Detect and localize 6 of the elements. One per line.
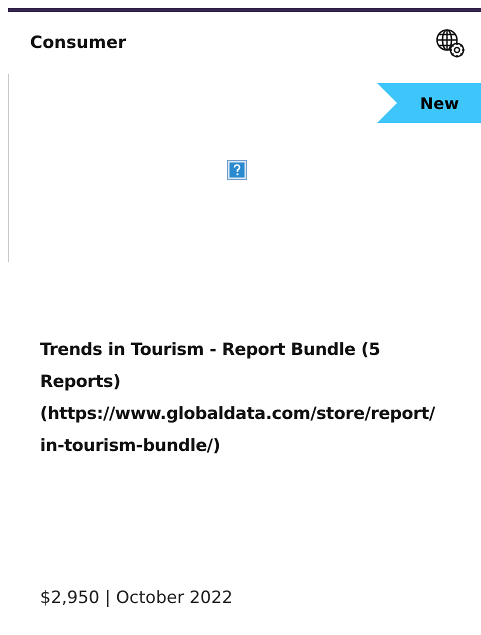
broken-image-icon bbox=[227, 160, 247, 180]
price-date: $2,950 | October 2022 bbox=[40, 588, 234, 608]
new-ribbon: New bbox=[377, 83, 481, 123]
report-title[interactable]: Trends in Tourism - Report Bundle (5 Reports) (https://www.globaldata.com/store/report/ in-tourism-bundle/) bbox=[40, 334, 481, 462]
language-settings-icon[interactable] bbox=[435, 28, 465, 58]
category-title: Consumer bbox=[30, 33, 126, 53]
